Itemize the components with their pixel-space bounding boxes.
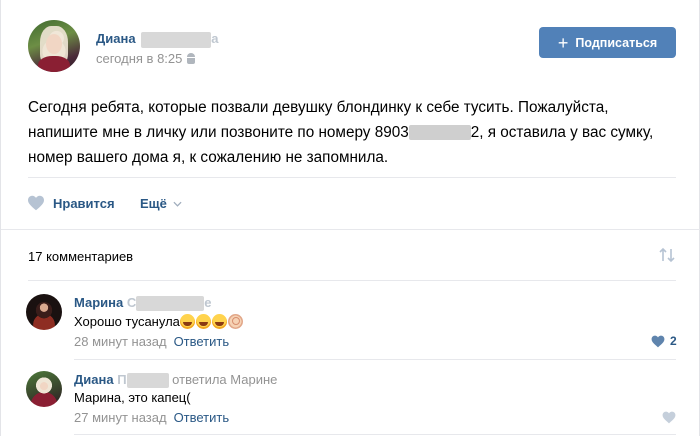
android-icon (186, 53, 196, 64)
like-label: Нравится (53, 195, 115, 211)
author-name-tail: а (211, 31, 219, 46)
comment-avatar[interactable] (26, 294, 62, 330)
comment-divider (74, 359, 676, 360)
ok-hand-icon (227, 314, 243, 329)
post-card: Диана а сегодня в 8:25 + Подписаться Сег… (0, 0, 700, 436)
subscribe-label: Подписаться (575, 35, 658, 50)
face-with-tears-of-joy-icon (195, 314, 211, 329)
comment-author-tail: е (204, 295, 212, 310)
reply-button[interactable]: Ответить (174, 334, 230, 349)
comment-author-initial: С (126, 295, 137, 310)
sort-order-icon[interactable] (658, 247, 676, 263)
post-divider (28, 177, 676, 178)
reply-button[interactable]: Ответить (174, 410, 230, 425)
comments-count: 17 комментариев (28, 249, 134, 264)
comment-text-body: Хорошо тусанула (74, 314, 180, 329)
comment-text: Хорошо тусанула (74, 314, 244, 329)
comment-like-button[interactable] (662, 411, 676, 424)
post-time[interactable]: сегодня в 8:25 (96, 51, 196, 66)
redacted-phone (408, 125, 471, 141)
author-avatar[interactable] (28, 20, 80, 72)
more-label: Ещё (140, 196, 167, 211)
chevron-down-icon (173, 201, 182, 207)
redacted-surname (141, 31, 212, 48)
comment-author-first-name[interactable]: Марина (74, 295, 123, 310)
comment-author[interactable]: Марина Се (74, 295, 212, 312)
replied-to-label[interactable]: ответила Марине (172, 372, 277, 387)
comment-time[interactable]: 28 минут назад (74, 334, 167, 349)
comment-meta: 28 минут назад Ответить (74, 334, 229, 349)
comment-like-button[interactable]: 2 (651, 334, 677, 348)
plus-icon: + (557, 32, 569, 53)
heart-icon (662, 411, 676, 424)
author-name[interactable]: Диана а (96, 31, 218, 48)
comment-like-count: 2 (670, 334, 677, 348)
face-with-tears-of-joy-icon (179, 314, 195, 329)
post-text: Сегодня ребята, которые позвали девушку … (28, 95, 678, 170)
redacted-surname (136, 296, 205, 312)
face-with-tears-of-joy-icon (211, 314, 227, 329)
author-first-name[interactable]: Диана (96, 31, 136, 46)
comment-author-initial: П (117, 372, 127, 387)
heart-icon (28, 195, 44, 211)
comment-author-first-name[interactable]: Диана (74, 372, 114, 387)
more-button[interactable]: Ещё (140, 196, 182, 211)
post-time-text[interactable]: сегодня в 8:25 (96, 51, 182, 66)
comment-text: Марина, это капец( (74, 390, 191, 405)
comment-author[interactable]: Диана П ответила Марине (74, 372, 277, 389)
comment-avatar[interactable] (26, 371, 62, 407)
like-button[interactable]: Нравится (27, 195, 115, 211)
heart-icon (651, 335, 665, 347)
section-divider (1, 229, 700, 230)
comment-meta: 27 минут назад Ответить (74, 410, 229, 425)
redacted-surname (126, 373, 169, 389)
comment-time[interactable]: 27 минут назад (74, 410, 167, 425)
comments-top-divider (28, 280, 676, 281)
subscribe-button[interactable]: + Подписаться (539, 27, 676, 58)
comment-divider (74, 434, 676, 435)
